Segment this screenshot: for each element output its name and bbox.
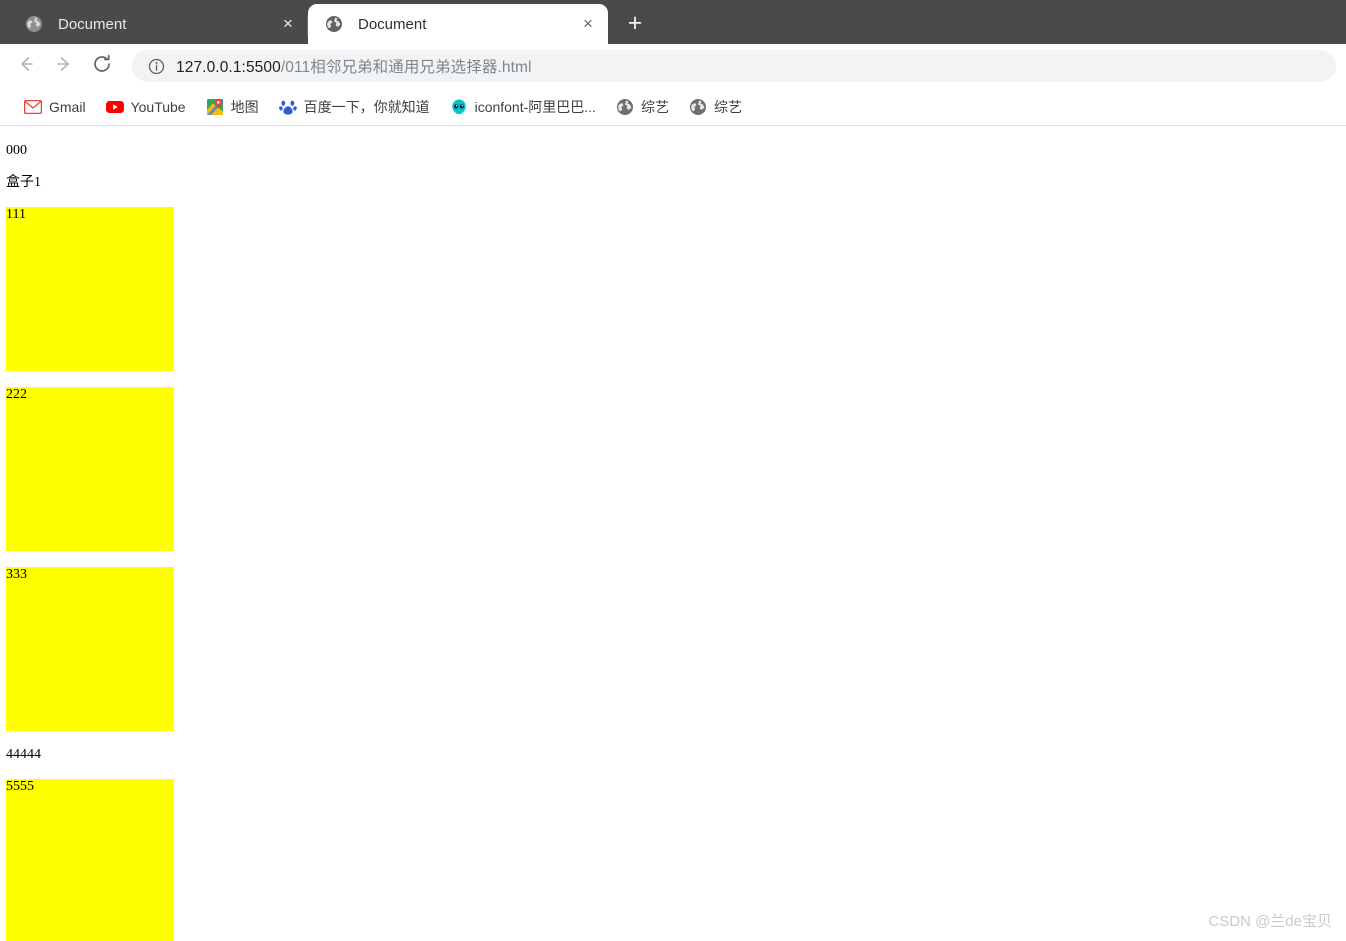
tab-title: Document (358, 15, 427, 33)
paragraph-44444: 44444 (6, 747, 41, 762)
forward-arrow-icon (53, 53, 75, 80)
info-circle-icon[interactable] (146, 56, 166, 76)
bookmark-gmail[interactable]: Gmail (16, 93, 94, 121)
globe-icon (616, 98, 634, 116)
bookmark-zongyi-2[interactable]: 综艺 (681, 93, 750, 121)
page-top-spacer (0, 127, 1346, 143)
tab-strip: Document × Document × + (0, 0, 1346, 44)
youtube-icon (105, 98, 124, 116)
csdn-watermark: CSDN @兰de宝贝 (1208, 913, 1332, 930)
browser-window: Document × Document × + 127.0.0.1:5500/0… (0, 0, 1346, 941)
bookmark-zongyi-1[interactable]: 综艺 (608, 93, 677, 121)
forward-button[interactable] (46, 48, 82, 84)
yellow-box-222: 222 (6, 387, 174, 551)
globe-icon (689, 98, 707, 116)
reload-icon (91, 53, 113, 80)
bookmark-maps[interactable]: 地图 (198, 93, 267, 121)
bookmark-youtube[interactable]: YouTube (98, 93, 194, 121)
browser-toolbar: 127.0.0.1:5500/011相邻兄弟和通用兄弟选择器.html (0, 44, 1346, 88)
new-tab-button[interactable]: + (618, 6, 652, 40)
yellow-box-111: 111 (6, 207, 174, 371)
tab-close-button[interactable]: × (574, 10, 602, 38)
bookmark-label: 地图 (230, 98, 259, 115)
tab-document-2[interactable]: Document × (308, 4, 608, 44)
tab-title: Document (58, 15, 127, 33)
globe-icon (24, 14, 44, 34)
back-arrow-icon (15, 53, 37, 80)
url-path: /011相邻兄弟和通用兄弟选择器.html (280, 59, 532, 76)
tab-close-button[interactable]: × (274, 10, 302, 38)
address-bar[interactable]: 127.0.0.1:5500/011相邻兄弟和通用兄弟选择器.html (132, 50, 1336, 82)
page-viewport: 000 盒子1 111 222 333 44444 5555 CSDN @兰de… (0, 127, 1346, 941)
bookmark-label: YouTube (130, 98, 186, 115)
yellow-box-5555: 5555 (6, 779, 174, 941)
bookmark-label: 百度一下，你就知道 (303, 98, 430, 115)
bookmark-label: 综艺 (640, 98, 669, 115)
bookmark-iconfont[interactable]: iconfont-阿里巴巴... (442, 93, 604, 121)
globe-icon (324, 14, 344, 34)
iconfont-icon (450, 98, 468, 116)
bookmark-baidu[interactable]: 百度一下，你就知道 (271, 93, 438, 121)
url-origin: 127.0.0.1:5500 (176, 59, 281, 76)
bookmarks-bar: Gmail YouTube 地图 百度一下，你就知道 iconfont-阿里巴巴… (0, 88, 1346, 126)
yellow-box-333: 333 (6, 567, 174, 731)
bookmark-label: iconfont-阿里巴巴... (474, 98, 596, 115)
tab-document-1[interactable]: Document × (8, 4, 308, 44)
google-maps-icon (206, 98, 224, 116)
bookmark-label: Gmail (49, 98, 86, 115)
reload-button[interactable] (84, 48, 120, 84)
paragraph-000: 000 (6, 143, 27, 158)
baidu-icon (278, 98, 297, 116)
address-bar-text: 127.0.0.1:5500/011相邻兄弟和通用兄弟选择器.html (176, 55, 532, 77)
back-button[interactable] (8, 48, 44, 84)
bookmark-label: 综艺 (713, 98, 742, 115)
gmail-icon (24, 98, 42, 116)
paragraph-box-label: 盒子1 (6, 175, 41, 190)
